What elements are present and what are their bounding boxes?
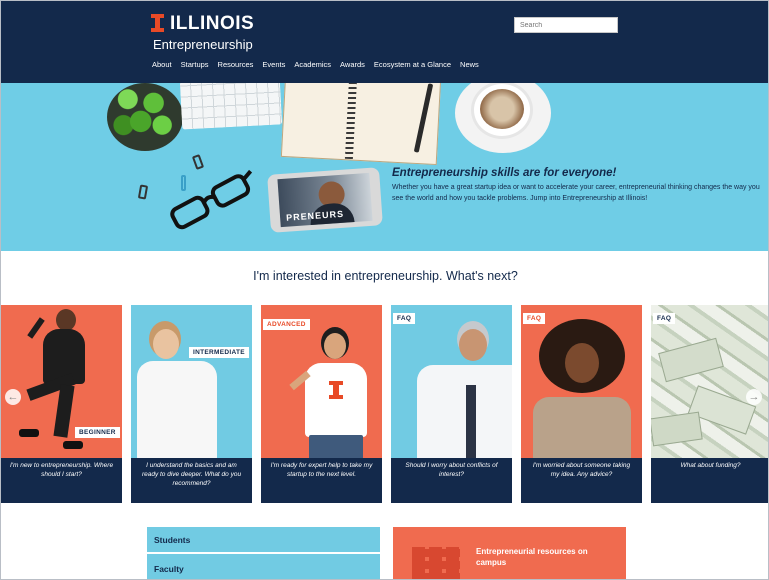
card-intermediate[interactable]: INTERMEDIATE I understand the basics and… (131, 305, 252, 503)
card-beginner[interactable]: BEGINNER I'm new to entrepreneurship. Wh… (1, 305, 122, 503)
grid-icon (412, 547, 460, 579)
card-photo (391, 305, 512, 458)
nav-resources[interactable]: Resources (218, 60, 254, 69)
students-link[interactable]: Students (147, 527, 380, 554)
faq-tag: FAQ (653, 313, 676, 324)
card-caption: I'm new to entrepreneurship. Where shoul… (1, 458, 122, 503)
nav-academics[interactable]: Academics (294, 60, 331, 69)
nav-news[interactable]: News (460, 60, 479, 69)
interest-heading: I'm interested in entrepreneurship. What… (253, 269, 518, 283)
card-faq-idea[interactable]: FAQ I'm worried about someone taking my … (521, 305, 642, 503)
nav-awards[interactable]: Awards (340, 60, 365, 69)
notebook-image (280, 83, 442, 166)
search-input[interactable] (514, 17, 618, 33)
nav-events[interactable]: Events (262, 60, 285, 69)
level-tag: INTERMEDIATE (189, 347, 249, 358)
card-advanced[interactable]: ADVANCED I'm ready for expert help to ta… (261, 305, 382, 503)
nav-about[interactable]: About (152, 60, 172, 69)
card-caption: Should I worry about conflicts of intere… (391, 458, 512, 503)
hero-title: Entrepreneurship skills are for everyone… (392, 167, 617, 179)
card-caption: I'm ready for expert help to take my sta… (261, 458, 382, 503)
hero-text: Entrepreneurship skills are for everyone… (392, 167, 768, 204)
card-caption: What about funding? (651, 458, 768, 503)
video-thumbnail[interactable]: PRENEURS (267, 167, 383, 233)
faculty-link[interactable]: Faculty (147, 556, 380, 579)
main-nav: About Startups Resources Events Academic… (152, 60, 479, 69)
brand-subtitle: Entrepreneurship (153, 37, 253, 52)
nav-startups[interactable]: Startups (181, 60, 209, 69)
page: ILLINOIS Entrepreneurship About Startups… (0, 0, 769, 580)
hero-banner: PRENEURS Entrepreneurship skills are for… (1, 83, 768, 251)
level-tag: ADVANCED (263, 319, 310, 330)
level-tag: BEGINNER (75, 427, 120, 438)
card-caption: I understand the basics and am ready to … (131, 458, 252, 503)
coffee-image (480, 89, 524, 129)
site-header: ILLINOIS Entrepreneurship About Startups… (1, 1, 768, 83)
card-photo (521, 305, 642, 458)
card-photo (131, 305, 252, 458)
nav-ecosystem[interactable]: Ecosystem at a Glance (374, 60, 451, 69)
audience-links: Students Faculty (147, 527, 380, 579)
plant-leaves-image (102, 83, 188, 151)
eyeglasses-image (170, 169, 253, 230)
hero-body: Whether you have a great startup idea or… (392, 184, 760, 202)
card-caption: I'm worried about someone taking my idea… (521, 458, 642, 503)
brand-name: ILLINOIS (170, 13, 255, 34)
pathway-carousel: BEGINNER I'm new to entrepreneurship. Wh… (1, 305, 768, 503)
binder-clip-icon (137, 184, 149, 200)
block-i-icon (151, 14, 164, 32)
faq-tag: FAQ (393, 313, 416, 324)
card-faq-conflicts[interactable]: FAQ Should I worry about conflicts of in… (391, 305, 512, 503)
keyboard-image (179, 83, 283, 130)
carousel-prev-button[interactable]: ← (5, 389, 21, 405)
carousel-next-button[interactable]: → (746, 389, 762, 405)
resources-tile[interactable]: Entrepreneurial resources on campus (393, 527, 626, 579)
resources-link[interactable]: Entrepreneurial resources on campus (476, 546, 616, 568)
faq-tag: FAQ (523, 313, 546, 324)
money-photo (651, 305, 768, 458)
